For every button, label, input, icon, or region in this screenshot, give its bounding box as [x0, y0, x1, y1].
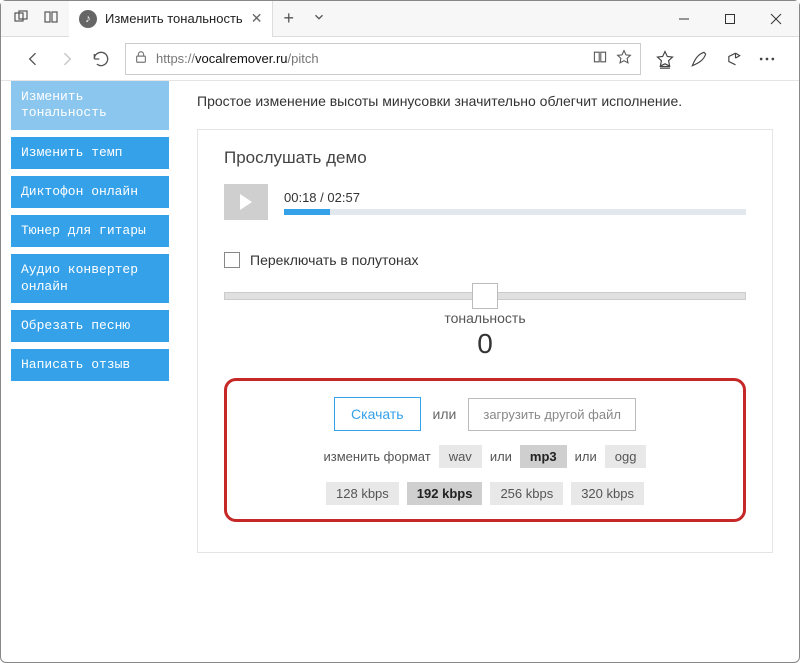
tab-title: Изменить тональность: [105, 11, 243, 26]
download-button[interactable]: Скачать: [334, 397, 421, 431]
pitch-slider-label: тональность: [224, 310, 746, 326]
format-or-2: или: [575, 449, 597, 464]
window-minimize-button[interactable]: [661, 1, 707, 37]
tab-overlap-icon[interactable]: [13, 9, 29, 28]
pitch-slider-handle[interactable]: [472, 283, 498, 309]
sidebar: Изменить тональность Изменить темп Дикто…: [1, 81, 177, 662]
tab-actions-chevron-icon[interactable]: [304, 10, 334, 27]
browser-tab[interactable]: ♪ Изменить тональность ✕: [69, 1, 273, 37]
share-icon[interactable]: [723, 49, 743, 69]
favorites-hub-icon[interactable]: [655, 49, 675, 69]
page-description: Простое изменение высоты минусовки значи…: [197, 93, 773, 109]
or-label: или: [433, 406, 457, 422]
download-section: Скачать или загрузить другой файл измени…: [224, 378, 746, 522]
window-close-button[interactable]: [753, 1, 799, 37]
address-bar[interactable]: https://vocalremover.ru/pitch: [125, 43, 641, 75]
new-tab-button[interactable]: +: [273, 8, 304, 29]
format-prefix: изменить формат: [324, 449, 431, 464]
semitone-checkbox-label: Переключать в полутонах: [250, 252, 419, 268]
close-tab-icon[interactable]: ✕: [251, 10, 263, 27]
favorite-star-icon[interactable]: [616, 49, 632, 68]
sidebar-item-feedback[interactable]: Написать отзыв: [11, 349, 169, 381]
format-or-1: или: [490, 449, 512, 464]
format-mp3[interactable]: mp3: [520, 445, 567, 468]
url-text: https://vocalremover.ru/pitch: [156, 51, 584, 66]
sidebar-item-label: Диктофон онлайн: [21, 184, 138, 199]
bitrate-row: 128 kbps 192 kbps 256 kbps 320 kbps: [243, 482, 727, 505]
sidebar-item-pitch[interactable]: Изменить тональность: [11, 81, 169, 130]
format-wav[interactable]: wav: [439, 445, 482, 468]
forward-button[interactable]: [57, 49, 77, 69]
bitrate-256[interactable]: 256 kbps: [490, 482, 563, 505]
set-aside-icon[interactable]: [43, 9, 59, 28]
back-button[interactable]: [23, 49, 43, 69]
pitch-slider-value: 0: [224, 328, 746, 360]
player-time: 00:18 / 02:57: [284, 190, 746, 205]
play-button[interactable]: [224, 184, 268, 220]
sidebar-item-label: Изменить тональность: [21, 89, 107, 120]
window-maximize-button[interactable]: [707, 1, 753, 37]
favicon-icon: ♪: [79, 10, 97, 28]
sidebar-item-tuner[interactable]: Тюнер для гитары: [11, 215, 169, 247]
player-progress[interactable]: [284, 209, 746, 215]
sidebar-item-tempo[interactable]: Изменить темп: [11, 137, 169, 169]
sidebar-item-converter[interactable]: Аудио конвертер онлайн: [11, 254, 169, 303]
sidebar-item-label: Обрезать песню: [21, 318, 130, 333]
sidebar-item-recorder[interactable]: Диктофон онлайн: [11, 176, 169, 208]
format-row: изменить формат wav или mp3 или ogg: [243, 445, 727, 468]
sidebar-item-label: Изменить темп: [21, 145, 122, 160]
more-menu-icon[interactable]: [757, 49, 777, 69]
bitrate-320[interactable]: 320 kbps: [571, 482, 644, 505]
sidebar-item-cut[interactable]: Обрезать песню: [11, 310, 169, 342]
lock-icon: [134, 50, 148, 67]
player-progress-fill: [284, 209, 330, 215]
bitrate-128[interactable]: 128 kbps: [326, 482, 399, 505]
sidebar-item-label: Аудио конвертер онлайн: [21, 262, 138, 293]
demo-heading: Прослушать демо: [224, 148, 746, 168]
demo-panel: Прослушать демо 00:18 / 02:57 Переключат…: [197, 129, 773, 553]
sidebar-item-label: Тюнер для гитары: [21, 223, 146, 238]
semitone-checkbox[interactable]: [224, 252, 240, 268]
upload-another-button[interactable]: загрузить другой файл: [468, 398, 636, 431]
pitch-slider-track[interactable]: [224, 292, 746, 300]
refresh-button[interactable]: [91, 49, 111, 69]
reading-view-icon[interactable]: [592, 49, 608, 68]
notes-icon[interactable]: [689, 49, 709, 69]
sidebar-item-label: Написать отзыв: [21, 357, 130, 372]
format-ogg[interactable]: ogg: [605, 445, 647, 468]
bitrate-192[interactable]: 192 kbps: [407, 482, 483, 505]
